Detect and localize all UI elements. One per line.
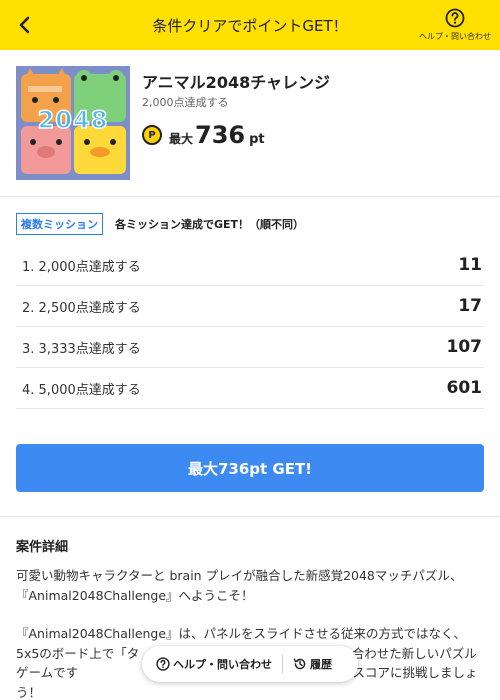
floating-help-label: ヘルプ・問い合わせ	[173, 658, 272, 671]
mission-points: 11	[458, 255, 482, 275]
icon-number-label: 2048	[37, 105, 109, 135]
details-title: 案件詳細	[16, 540, 69, 555]
help-label: ヘルプ・問い合わせ	[419, 32, 491, 41]
question-circle-icon	[445, 8, 465, 28]
max-label: 最大	[169, 132, 194, 146]
history-label: 履歴	[310, 658, 332, 671]
mission-description: 各ミッション達成でGET！（順不同）	[115, 218, 305, 231]
app-icon: 2048	[16, 66, 130, 180]
section-divider	[0, 516, 500, 517]
mission-header: 複数ミッション 各ミッション達成でGET！（順不同）	[16, 213, 304, 235]
top-header: 条件クリアでポイントGET！ ヘルプ・問い合わせ	[0, 0, 500, 50]
mission-item: 3. 3,333点達成する 107	[16, 327, 484, 368]
history-button[interactable]: 履歴	[293, 656, 332, 672]
multi-mission-badge: 複数ミッション	[16, 213, 103, 235]
section-divider	[0, 196, 500, 197]
floating-action-bar: ヘルプ・問い合わせ 履歴	[142, 646, 358, 682]
mission-item: 1. 2,000点達成する 11	[16, 245, 484, 286]
point-coin-icon: P	[142, 125, 162, 145]
mission-points: 17	[458, 296, 482, 316]
mission-item: 2. 2,500点達成する 17	[16, 286, 484, 327]
mission-points: 107	[446, 337, 483, 357]
question-circle-icon	[156, 657, 170, 671]
floating-help-button[interactable]: ヘルプ・問い合わせ	[156, 656, 272, 672]
bar-separator	[282, 655, 283, 673]
help-contact-button[interactable]: ヘルプ・問い合わせ	[418, 8, 492, 46]
mission-label: 3. 3,333点達成する	[22, 341, 141, 357]
history-icon	[293, 658, 306, 670]
max-unit: pt	[249, 132, 265, 147]
mission-list: 1. 2,000点達成する 11 2. 2,500点達成する 17 3. 3,3…	[16, 245, 484, 409]
mission-label: 4. 5,000点達成する	[22, 382, 141, 398]
max-points: P 最大 736 pt	[142, 121, 265, 149]
app-name: アニマル2048チャレンジ	[142, 73, 331, 92]
details-paragraph: 可愛い動物キャラクターと brain プレイが融合した新感覚2048マッチパズル…	[16, 568, 463, 603]
app-subtitle: 2,000点達成する	[142, 96, 229, 109]
mission-points: 601	[446, 378, 483, 398]
mission-label: 1. 2,000点達成する	[22, 259, 141, 275]
mission-item: 4. 5,000点達成する 601	[16, 368, 484, 409]
max-value: 736	[195, 121, 246, 149]
app-summary: 2048 アニマル2048チャレンジ 2,000点達成する P 最大 736 p…	[16, 66, 484, 181]
mission-label: 2. 2,500点達成する	[22, 300, 141, 316]
get-points-button[interactable]: 最大736pt GET!	[16, 444, 484, 492]
